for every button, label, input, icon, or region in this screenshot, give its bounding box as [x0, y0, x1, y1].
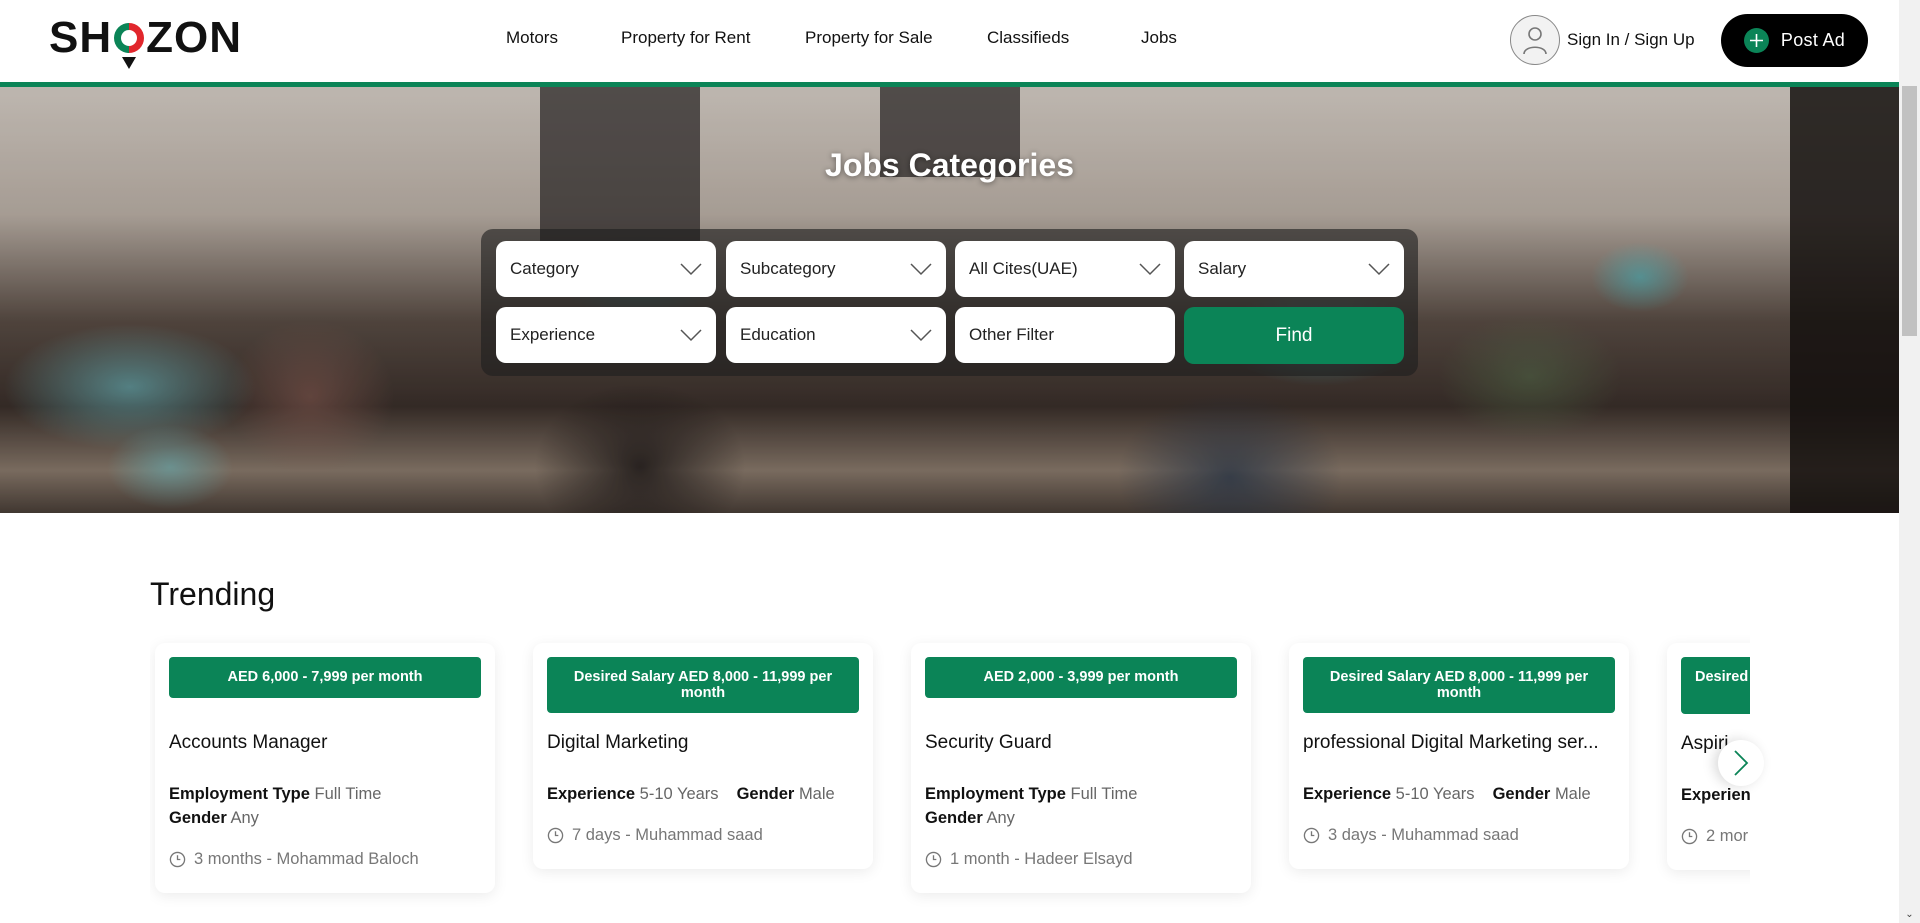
meta-value: Full Time	[1070, 785, 1138, 803]
meta-key: Employment Type	[169, 785, 310, 803]
meta-key: Experience	[547, 785, 636, 803]
posted-info: 3 days - Muhammad saad	[1303, 826, 1615, 869]
job-filter-panel: Category Subcategory All Cites(UAE) Sala…	[481, 229, 1418, 376]
job-meta: Experience 5-10 Years Gender Male	[547, 782, 859, 806]
meta-value: Any	[230, 809, 259, 827]
salary-select[interactable]: Salary	[1184, 241, 1404, 297]
logo-text-end: ZON	[146, 13, 243, 62]
other-filter-input[interactable]: Other Filter	[955, 307, 1175, 363]
job-card[interactable]: AED 2,000 - 3,999 per month Security Gua…	[911, 643, 1251, 893]
subcategory-select-label: Subcategory	[740, 259, 836, 278]
chevron-down-icon	[1139, 263, 1161, 276]
salary-badge: Desired	[1681, 657, 1750, 714]
meta-value: 5-10 Years	[639, 785, 719, 803]
meta-key: Gender	[169, 809, 227, 827]
meta-value: Full Time	[314, 785, 382, 803]
chevron-down-icon	[680, 329, 702, 342]
nav-property-for-sale[interactable]: Property for Sale	[805, 28, 933, 48]
hero-banner: Jobs Categories Category Subcategory All…	[0, 87, 1899, 513]
clock-icon	[925, 851, 942, 868]
meta-value: Male	[798, 785, 835, 803]
posted-text: 2 mor	[1706, 827, 1749, 845]
post-ad-label: Post Ad	[1780, 30, 1846, 50]
location-pin-icon	[114, 21, 145, 69]
page-scrollbar[interactable]: ⌄	[1899, 0, 1920, 923]
job-title[interactable]: Accounts Manager	[169, 732, 481, 754]
clock-icon	[1303, 827, 1320, 844]
category-select-label: Category	[510, 259, 579, 278]
chevron-right-icon	[1734, 750, 1749, 776]
education-select-label: Education	[740, 325, 816, 344]
trending-heading: Trending	[150, 576, 276, 612]
posted-text: 7 days - Muhammad saad	[572, 826, 763, 844]
job-title[interactable]: Digital Marketing	[547, 732, 859, 754]
meta-key: Gender	[925, 809, 983, 827]
salary-badge: AED 2,000 - 3,999 per month	[925, 657, 1237, 698]
posted-text: 3 days - Muhammad saad	[1328, 826, 1519, 844]
site-header: SH ZON Motors Property for Rent Property…	[0, 0, 1899, 82]
nav-classifieds[interactable]: Classifieds	[987, 28, 1069, 48]
trending-carousel: AED 6,000 - 7,999 per month Accounts Man…	[150, 630, 1750, 923]
shozon-logo[interactable]: SH ZON	[49, 14, 242, 70]
chevron-down-icon	[910, 329, 932, 342]
posted-info: 7 days - Muhammad saad	[547, 826, 859, 869]
clock-icon	[169, 851, 186, 868]
plus-icon	[1743, 28, 1769, 53]
salary-badge: AED 6,000 - 7,999 per month	[169, 657, 481, 698]
meta-key: Employment Type	[925, 785, 1066, 803]
subcategory-select[interactable]: Subcategory	[726, 241, 946, 297]
other-filter-label: Other Filter	[969, 325, 1055, 344]
clock-icon	[547, 827, 564, 844]
posted-info: 1 month - Hadeer Elsayd	[925, 850, 1237, 893]
experience-select-label: Experience	[510, 325, 596, 344]
experience-select[interactable]: Experience	[496, 307, 716, 363]
salary-select-label: Salary	[1198, 259, 1247, 278]
user-avatar-icon	[1510, 15, 1560, 65]
logo-text-start: SH	[49, 13, 113, 62]
meta-value: Male	[1554, 785, 1591, 803]
chevron-down-icon	[680, 263, 702, 276]
meta-key: Experien	[1681, 786, 1750, 804]
city-select[interactable]: All Cites(UAE)	[955, 241, 1175, 297]
job-meta: Experience 5-10 Years Gender Male	[1303, 782, 1615, 806]
salary-badge: Desired Salary AED 8,000 - 11,999 per mo…	[1303, 657, 1615, 713]
job-card[interactable]: Desired Salary AED 8,000 - 11,999 per mo…	[1289, 643, 1629, 869]
city-select-label: All Cites(UAE)	[969, 259, 1078, 278]
posted-text: 1 month - Hadeer Elsayd	[950, 850, 1133, 868]
job-card[interactable]: AED 6,000 - 7,999 per month Accounts Man…	[155, 643, 495, 893]
sign-in-button[interactable]: Sign In / Sign Up	[1510, 15, 1695, 65]
category-select[interactable]: Category	[496, 241, 716, 297]
education-select[interactable]: Education	[726, 307, 946, 363]
meta-key: Gender	[1492, 785, 1551, 803]
hero-title: Jobs Categories	[825, 147, 1074, 183]
posted-info: 3 months - Mohammad Baloch	[169, 850, 481, 893]
meta-key: Gender	[736, 785, 795, 803]
scroll-down-arrow-icon[interactable]: ⌄	[1904, 909, 1915, 920]
nav-property-for-rent[interactable]: Property for Rent	[621, 28, 750, 48]
job-title[interactable]: professional Digital Marketing ser...	[1303, 732, 1615, 754]
job-meta: Employment Type Full Time Gender Any	[169, 782, 481, 830]
salary-badge: Desired Salary AED 8,000 - 11,999 per mo…	[547, 657, 859, 713]
meta-key: Experience	[1303, 785, 1392, 803]
job-card[interactable]: Desired Salary AED 8,000 - 11,999 per mo…	[533, 643, 873, 869]
job-meta: Employment Type Full Time Gender Any	[925, 782, 1237, 830]
nav-motors[interactable]: Motors	[506, 28, 558, 48]
job-title[interactable]: Security Guard	[925, 732, 1237, 754]
scrollbar-thumb[interactable]	[1902, 86, 1917, 336]
find-button[interactable]: Find	[1184, 307, 1404, 364]
posted-info: 2 mor	[1681, 827, 1750, 870]
clock-icon	[1681, 828, 1698, 845]
nav-jobs[interactable]: Jobs	[1141, 28, 1177, 48]
carousel-next-button[interactable]	[1718, 740, 1764, 786]
posted-text: 3 months - Mohammad Baloch	[194, 850, 419, 868]
sign-in-label: Sign In / Sign Up	[1567, 30, 1695, 49]
meta-value: 5-10 Years	[1395, 785, 1475, 803]
chevron-down-icon	[1368, 263, 1390, 276]
meta-value: Any	[986, 809, 1015, 827]
job-meta: Experien	[1681, 783, 1750, 807]
post-ad-button[interactable]: Post Ad	[1721, 14, 1868, 67]
chevron-down-icon	[910, 263, 932, 276]
